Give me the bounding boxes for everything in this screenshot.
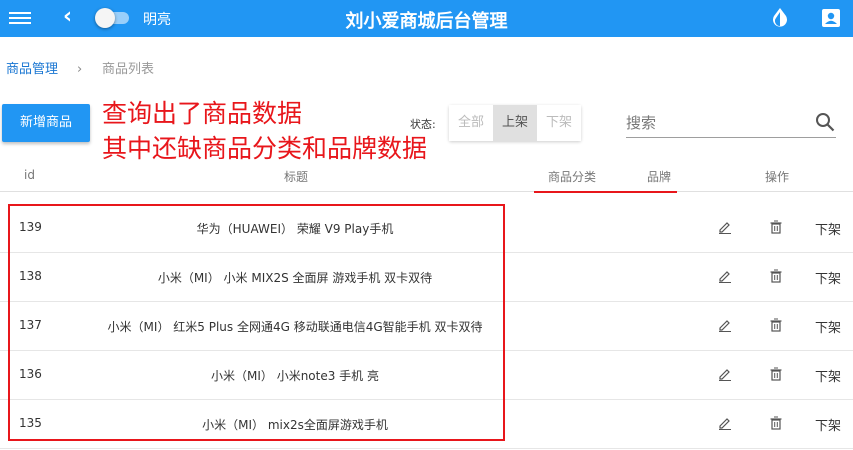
search-placeholder: 搜索: [626, 114, 657, 132]
header-id[interactable]: id: [24, 168, 35, 182]
off-shelf-button[interactable]: 下架: [815, 268, 841, 287]
app-title: 刘小爱商城后台管理: [345, 11, 508, 32]
breadcrumb: 商品管理 › 商品列表: [0, 55, 853, 85]
breadcrumb-parent[interactable]: 商品管理: [6, 55, 58, 85]
app-bar: ‹ 明亮 刘小爱商城后台管理: [0, 0, 853, 37]
search-input[interactable]: 搜索: [626, 108, 836, 138]
add-product-button[interactable]: 新增商品: [2, 104, 90, 142]
annotation-underline: [534, 191, 677, 193]
delete-icon[interactable]: [769, 318, 783, 335]
account-box-icon[interactable]: [821, 8, 841, 28]
table-header: id 标题 商品分类 品牌 操作: [0, 160, 853, 192]
edit-icon[interactable]: [718, 269, 732, 286]
delete-icon[interactable]: [769, 220, 783, 237]
header-brand[interactable]: 品牌: [647, 168, 671, 185]
off-shelf-button[interactable]: 下架: [815, 219, 841, 238]
delete-icon[interactable]: [769, 367, 783, 384]
delete-icon[interactable]: [769, 269, 783, 286]
edit-icon[interactable]: [718, 220, 732, 237]
status-off-shelf-button[interactable]: 下架: [537, 105, 581, 141]
status-all-button[interactable]: 全部: [449, 105, 493, 141]
invert-colors-icon[interactable]: [771, 7, 789, 29]
header-category[interactable]: 商品分类: [548, 168, 596, 185]
edit-icon[interactable]: [718, 367, 732, 384]
edit-icon[interactable]: [718, 416, 732, 433]
off-shelf-button[interactable]: 下架: [815, 317, 841, 336]
annotation-highlight-box: [8, 204, 505, 441]
edit-icon[interactable]: [718, 318, 732, 335]
off-shelf-button[interactable]: 下架: [815, 366, 841, 385]
header-title[interactable]: 标题: [284, 168, 308, 185]
status-on-shelf-button[interactable]: 上架: [493, 105, 537, 141]
delete-icon[interactable]: [769, 416, 783, 433]
annotation-line-1: 查询出了商品数据: [102, 99, 303, 128]
status-filter: 全部 上架 下架: [449, 105, 581, 141]
header-actions: 操作: [765, 170, 790, 184]
status-label: 状态:: [410, 118, 436, 131]
breadcrumb-separator: ›: [77, 62, 83, 77]
search-icon[interactable]: [814, 111, 836, 133]
off-shelf-button[interactable]: 下架: [815, 415, 841, 434]
breadcrumb-current: 商品列表: [102, 62, 155, 77]
